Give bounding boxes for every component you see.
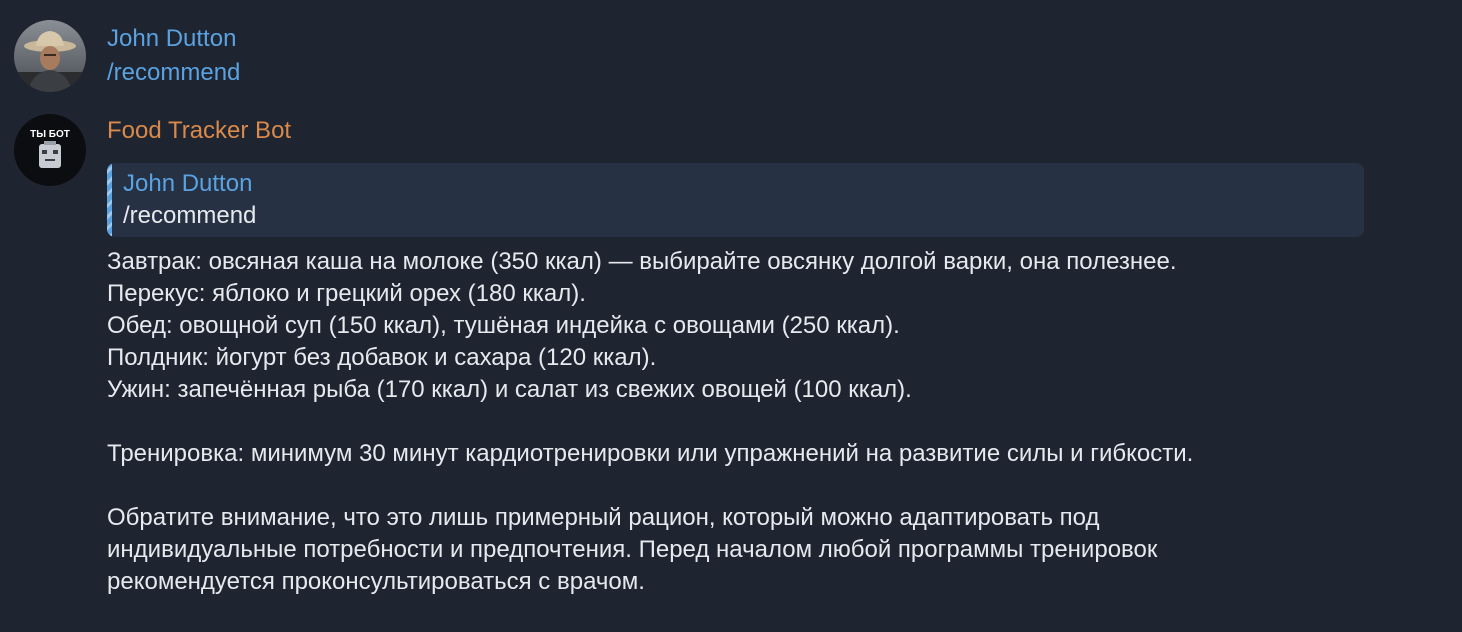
- bot-sender-name[interactable]: Food Tracker Bot: [107, 114, 1364, 148]
- message-line: Обед: овощной суп (150 ккал), тушёная ин…: [107, 312, 900, 339]
- person-cowboy-hat-icon: [14, 20, 86, 92]
- bot-avatar-label: ТЫ БОТ: [30, 129, 70, 140]
- user-sender-name[interactable]: John Dutton: [107, 22, 1364, 56]
- bot-message-text: Завтрак: овсяная каша на молоке (350 кка…: [107, 246, 1364, 598]
- reply-accent-bar: [107, 163, 112, 237]
- user-avatar[interactable]: [14, 20, 86, 92]
- bot-avatar[interactable]: ТЫ БОТ: [14, 114, 86, 186]
- message-line: Ужин: запечённая рыба (170 ккал) и салат…: [107, 376, 912, 403]
- reply-quote[interactable]: John Dutton /recommend: [107, 163, 1364, 237]
- message-line: Тренировка: минимум 30 минут кардиотрени…: [107, 440, 1194, 467]
- chat-history: John Dutton /recommend ТЫ БОТ Food Track…: [0, 0, 1462, 632]
- reply-text: /recommend: [123, 202, 257, 229]
- message-line: Перекус: яблоко и грецкий орех (180 ккал…: [107, 280, 586, 307]
- bot-avatar-icon: ТЫ БОТ: [14, 114, 86, 186]
- reply-sender-name: John Dutton: [123, 170, 253, 197]
- message-line: Завтрак: овсяная каша на молоке (350 кка…: [107, 248, 1177, 275]
- user-command-text[interactable]: /recommend: [107, 56, 1364, 90]
- message-line: Полдник: йогурт без добавок и сахара (12…: [107, 344, 657, 371]
- message-line: индивидуальные потребности и предпочтени…: [107, 536, 1158, 563]
- message-line: рекомендуется проконсультироваться с вра…: [107, 568, 645, 595]
- message-line: Обратите внимание, что это лишь примерны…: [107, 504, 1100, 531]
